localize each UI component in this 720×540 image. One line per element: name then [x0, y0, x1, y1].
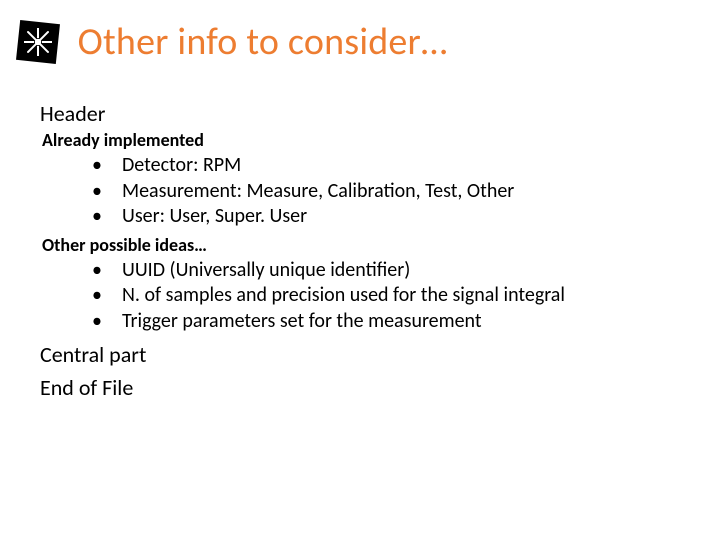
list-item: Measurement: Measure, Calibration, Test,…	[40, 179, 680, 205]
slide-body: Header Already implemented Detector: RPM…	[40, 98, 680, 401]
list-item: Trigger parameters set for the measureme…	[40, 309, 680, 335]
list-item: N. of samples and precision used for the…	[40, 283, 680, 309]
list-item: UUID (Universally unique identifier)	[40, 258, 680, 284]
list-item: User: User, Super. User	[40, 204, 680, 230]
title-row: Other info to consider…	[14, 18, 447, 66]
slide: Other info to consider… Header Already i…	[0, 0, 720, 540]
ideas-list: UUID (Universally unique identifier) N. …	[40, 258, 680, 335]
subsection-already: Already implemented	[42, 129, 680, 151]
burst-icon	[14, 18, 62, 66]
section-eof: End of File	[40, 374, 680, 401]
subsection-ideas: Other possible ideas…	[42, 234, 680, 256]
list-item: Detector: RPM	[40, 153, 680, 179]
section-central: Central part	[40, 341, 680, 368]
slide-title: Other info to consider…	[78, 19, 448, 65]
already-list: Detector: RPM Measurement: Measure, Cali…	[40, 153, 680, 230]
section-header: Header	[40, 100, 680, 127]
